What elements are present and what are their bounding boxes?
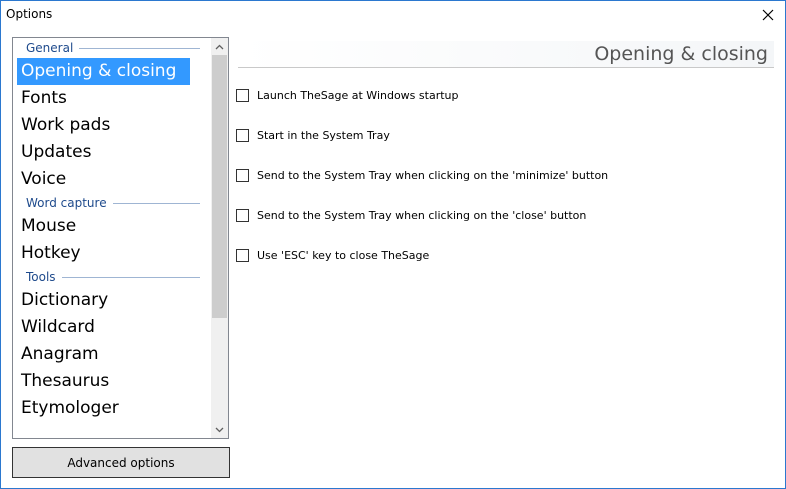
list-item-mouse[interactable]: Mouse (17, 213, 190, 240)
section-title: Opening & closing (594, 43, 768, 65)
checkbox[interactable] (236, 248, 249, 262)
checkbox[interactable] (236, 88, 249, 102)
list-item-anagram[interactable]: Anagram (17, 341, 190, 368)
scroll-down-button[interactable] (211, 421, 228, 438)
section-header: Opening & closing (238, 41, 774, 68)
chevron-down-icon (215, 427, 224, 432)
group-divider (112, 202, 200, 204)
option-label: Send to the System Tray when clicking on… (257, 168, 609, 182)
scroll-up-button[interactable] (211, 38, 228, 55)
checkbox[interactable] (236, 128, 249, 142)
option-label: Launch TheSage at Windows startup (257, 88, 459, 102)
options-window: Options General Opening & closing Fonts … (0, 0, 786, 489)
option-launch-at-startup[interactable]: Launch TheSage at Windows startup (236, 87, 458, 103)
list-scrollbar[interactable] (211, 38, 228, 438)
option-label: Start in the System Tray (257, 128, 390, 142)
list-item-wildcard[interactable]: Wildcard (17, 314, 190, 341)
group-header-general: General (13, 38, 212, 58)
window-title: Options (6, 7, 53, 21)
group-divider (79, 47, 200, 49)
list-item-hotkey[interactable]: Hotkey (17, 240, 190, 267)
list-item-etymologer[interactable]: Etymologer (17, 395, 190, 422)
close-icon (762, 9, 774, 21)
checkbox[interactable] (236, 168, 249, 182)
option-label: Use 'ESC' key to close TheSage (257, 248, 430, 262)
option-label: Send to the System Tray when clicking on… (257, 208, 587, 222)
option-tray-on-close[interactable]: Send to the System Tray when clicking on… (236, 207, 586, 223)
advanced-options-button[interactable]: Advanced options (12, 447, 230, 478)
checkbox[interactable] (236, 208, 249, 222)
list-item-thesaurus[interactable]: Thesaurus (17, 368, 190, 395)
category-list-content: General Opening & closing Fonts Work pad… (13, 38, 212, 422)
title-bar: Options (1, 1, 785, 29)
option-start-in-tray[interactable]: Start in the System Tray (236, 127, 390, 143)
group-header-tools: Tools (13, 267, 212, 287)
group-header-word-capture: Word capture (13, 193, 212, 213)
list-item-opening-closing[interactable]: Opening & closing (17, 58, 190, 85)
option-esc-to-close[interactable]: Use 'ESC' key to close TheSage (236, 247, 429, 263)
group-divider (61, 276, 200, 278)
group-label: Tools (26, 270, 56, 284)
group-label: Word capture (26, 196, 107, 210)
list-item-dictionary[interactable]: Dictionary (17, 287, 190, 314)
group-label: General (26, 41, 74, 55)
close-button[interactable] (751, 1, 785, 29)
scroll-thumb[interactable] (212, 55, 227, 318)
list-item-work-pads[interactable]: Work pads (17, 112, 190, 139)
category-list[interactable]: General Opening & closing Fonts Work pad… (12, 37, 229, 439)
option-tray-on-minimize[interactable]: Send to the System Tray when clicking on… (236, 167, 608, 183)
list-item-updates[interactable]: Updates (17, 139, 190, 166)
chevron-up-icon (215, 44, 224, 49)
list-item-fonts[interactable]: Fonts (17, 85, 190, 112)
list-item-voice[interactable]: Voice (17, 166, 190, 193)
